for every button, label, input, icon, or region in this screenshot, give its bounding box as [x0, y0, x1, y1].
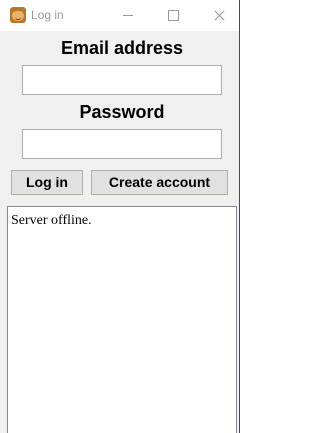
- email-label: Email address: [60, 38, 184, 58]
- login-window: Log in Email address Password Log in Cre…: [0, 0, 240, 433]
- window-frame-edge: [239, 0, 240, 433]
- email-field[interactable]: [22, 65, 222, 95]
- login-button[interactable]: Log in: [11, 170, 83, 195]
- title-bar[interactable]: Log in: [0, 0, 240, 31]
- password-label: Password: [79, 102, 165, 122]
- maximize-icon[interactable]: [150, 0, 196, 31]
- password-field[interactable]: [22, 129, 222, 159]
- close-icon[interactable]: [194, 0, 240, 31]
- app-face-icon: [10, 7, 26, 23]
- window-title: Log in: [31, 8, 64, 22]
- status-output[interactable]: Server offline.: [7, 206, 237, 433]
- create-account-button[interactable]: Create account: [91, 170, 228, 195]
- minimize-icon[interactable]: [105, 0, 151, 31]
